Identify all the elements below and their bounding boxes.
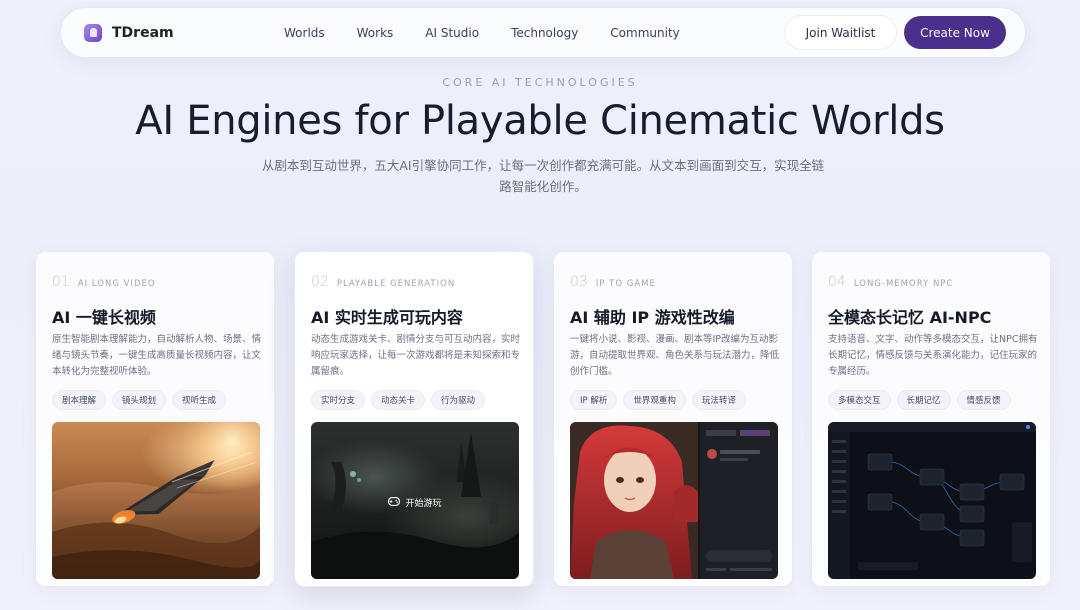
ip-game-screenshot [570,422,778,579]
brand[interactable]: TDream [84,23,284,42]
start-play-label: 开始游玩 [405,499,442,509]
chip: 多模态交互 [828,390,891,410]
chip: 世界观重构 [623,390,686,410]
feature-card-long-video[interactable]: 01 AI LONG VIDEO AI 一键长视频 原生智能剧本理解能力，自动解… [35,251,275,587]
chip: 玩法转译 [691,390,746,410]
chip: 行为驱动 [431,390,486,410]
nav-item-community[interactable]: Community [610,26,679,40]
hero-subtitle: 从剧本到互动世界，五大AI引擎协同工作，让每一次创作都充满可能。从文本到画面到交… [261,158,825,194]
chip: 镜头规划 [112,390,167,410]
feature-card-ip-to-game[interactable]: 03 IP TO GAME AI 辅助 IP 游戏性改编 一键将小说、影视、漫画… [553,251,793,587]
chip: 长期记忆 [896,390,951,410]
card-tag: 01 AI LONG VIDEO [52,274,156,290]
card-tag: 04 LONG-MEMORY NPC [828,274,953,290]
hero-title: AI Engines for Playable Cinematic Worlds [135,98,945,144]
chip: 动态关卡 [371,390,426,410]
brand-name: TDream [112,24,174,41]
node-graph-art [828,422,1036,579]
npc-node-graph-screenshot [828,422,1036,579]
card-description: 动态生成游戏关卡、剧情分支与可互动内容，实时响应玩家选择，让每一次游戏都将是未知… [311,334,521,377]
card-number: 01 [52,274,70,290]
card-title: 全模态长记忆 AI-NPC [828,308,992,327]
gamepad-icon [388,496,401,509]
card-eyebrow: PLAYABLE GENERATION [336,279,456,289]
card-chips: 剧本理解 镜头规划 视听生成 [52,390,227,410]
desert-scene-art [52,422,260,579]
desert-spaceship-image [52,422,260,579]
card-eyebrow: AI LONG VIDEO [77,279,156,289]
feature-card-playable-generation[interactable]: 02 PLAYABLE GENERATION AI 实时生成可玩内容 动态生成游… [294,251,534,587]
section-eyebrow: CORE AI TECHNOLOGIES [442,76,638,89]
card-description: 一键将小说、影视、漫画、剧本等IP改编为互动影游，自动提取世界观、角色关系与玩法… [570,334,780,377]
card-chips: IP 解析 世界观重构 玩法转译 [570,390,746,410]
game-preview-image[interactable]: 开始游玩 [311,422,519,579]
card-title: AI 一键长视频 [52,308,156,327]
card-eyebrow: IP TO GAME [595,279,656,289]
chip: 剧本理解 [52,390,107,410]
nav-item-worlds[interactable]: Worlds [284,26,325,40]
card-tag: 03 IP TO GAME [570,274,656,290]
card-chips: 多模态交互 长期记忆 情感反馈 [828,390,1011,410]
create-now-button[interactable]: Create Now [904,16,1006,49]
chip: 情感反馈 [956,390,1011,410]
card-number: 03 [570,274,588,290]
card-number: 02 [311,274,329,290]
nav-menu: Worlds Works AI Studio Technology Commun… [284,26,712,40]
nav-item-works[interactable]: Works [357,26,394,40]
start-play-button[interactable]: 开始游玩 [311,496,519,509]
nav-item-ai-studio[interactable]: AI Studio [425,26,479,40]
chip: 实时分支 [311,390,366,410]
nav-item-technology[interactable]: Technology [511,26,578,40]
card-chips: 实时分支 动态关卡 行为驱动 [311,390,486,410]
feature-card-long-memory-npc[interactable]: 04 LONG-MEMORY NPC 全模态长记忆 AI-NPC 支持语音、文字… [811,251,1051,587]
card-description: 原生智能剧本理解能力，自动解析人物、场景、情绪与镜头节奏，一键生成高质量长视频内… [52,334,262,377]
card-description: 支持语音、文字、动作等多模态交互，让NPC拥有长期记忆，情感反馈与关系演化能力，… [828,334,1038,377]
card-number: 04 [828,274,846,290]
card-eyebrow: LONG-MEMORY NPC [853,279,954,289]
chip: IP 解析 [570,390,618,410]
card-tag: 02 PLAYABLE GENERATION [311,274,455,290]
chip: 视听生成 [172,390,227,410]
join-waitlist-button[interactable]: Join Waitlist [784,15,897,50]
top-navbar: TDream Worlds Works AI Studio Technology… [60,7,1026,58]
tdream-logo-icon [84,23,102,42]
card-title: AI 辅助 IP 游戏性改编 [570,308,735,327]
card-title: AI 实时生成可玩内容 [311,308,463,327]
anime-character-art [570,422,778,579]
